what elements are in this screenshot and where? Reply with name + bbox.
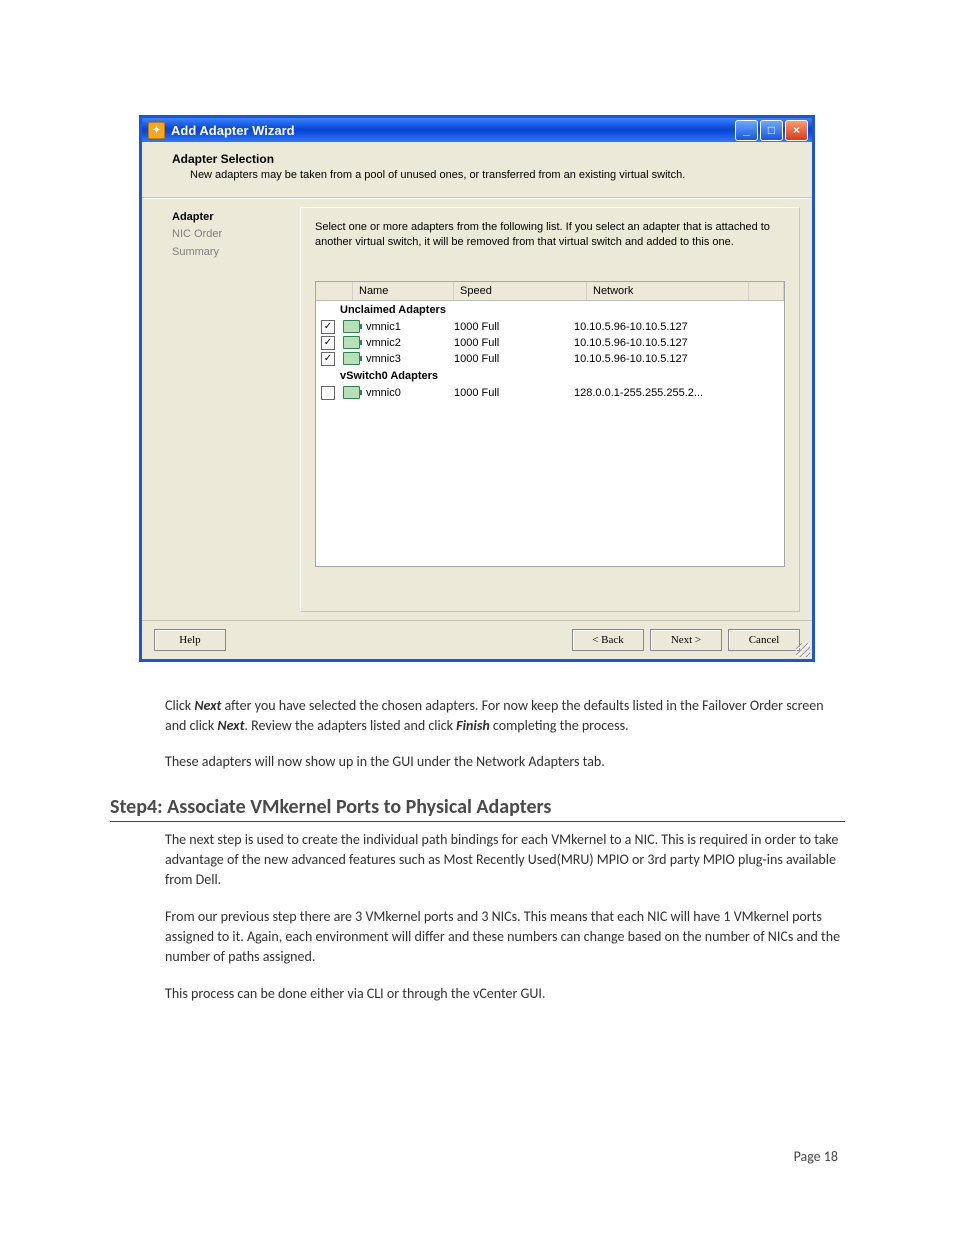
cell-network: 10.10.5.96-10.10.5.127: [574, 337, 784, 349]
cell-network: 10.10.5.96-10.10.5.127: [574, 321, 784, 333]
checkbox-vmnic3[interactable]: ✓: [321, 352, 335, 366]
table-row[interactable]: vmnic0 1000 Full 128.0.0.1-255.255.255.2…: [316, 385, 784, 401]
step-nic-order[interactable]: NIC Order: [172, 226, 292, 244]
cancel-button[interactable]: Cancel: [728, 629, 800, 651]
paragraph: From our previous step there are 3 VMker…: [165, 907, 845, 968]
paragraph: This process can be done either via CLI …: [165, 984, 845, 1004]
col-network[interactable]: Network: [587, 282, 749, 300]
maximize-button[interactable]: □: [760, 120, 783, 141]
wizard-header: Adapter Selection New adapters may be ta…: [142, 142, 812, 198]
adapters-table: Name Speed Network Unclaimed Adapters ✓ …: [315, 281, 785, 567]
cell-network: 128.0.0.1-255.255.255.2...: [574, 387, 784, 399]
paragraph: The next step is used to create the indi…: [165, 830, 845, 891]
col-speed[interactable]: Speed: [454, 282, 587, 300]
step4-heading: Step4: Associate VMkernel Ports to Physi…: [110, 795, 845, 822]
checkbox-vmnic2[interactable]: ✓: [321, 336, 335, 350]
paragraph: Click Next after you have selected the c…: [165, 696, 845, 737]
cell-speed: 1000 Full: [454, 321, 574, 333]
instruction-text: Select one or more adapters from the fol…: [315, 220, 785, 251]
table-row[interactable]: ✓ vmnic1 1000 Full 10.10.5.96-10.10.5.12…: [316, 319, 784, 335]
paragraph: These adapters will now show up in the G…: [165, 752, 845, 772]
document-body: The next step is used to create the indi…: [165, 830, 845, 1004]
back-button[interactable]: < Back: [572, 629, 644, 651]
resize-grip-icon[interactable]: [796, 643, 810, 657]
nic-icon: [343, 320, 360, 333]
next-button[interactable]: Next >: [650, 629, 722, 651]
step-adapter[interactable]: Adapter: [172, 209, 292, 227]
close-button[interactable]: ×: [785, 120, 808, 141]
minimize-button[interactable]: _: [735, 120, 758, 141]
cell-speed: 1000 Full: [454, 353, 574, 365]
table-row[interactable]: ✓ vmnic3 1000 Full 10.10.5.96-10.10.5.12…: [316, 351, 784, 367]
header-subtitle: New adapters may be taken from a pool of…: [190, 168, 792, 183]
cell-name: vmnic2: [362, 337, 454, 349]
dialog-add-adapter-wizard: ✦ Add Adapter Wizard _ □ × Adapter Selec…: [139, 115, 815, 662]
page-number: Page 18: [794, 1148, 838, 1165]
nic-icon: [343, 386, 360, 399]
step-summary[interactable]: Summary: [172, 244, 292, 262]
content-pane: Select one or more adapters from the fol…: [300, 207, 800, 612]
app-icon: ✦: [148, 122, 165, 139]
cell-speed: 1000 Full: [454, 387, 574, 399]
group-vswitch0: vSwitch0 Adapters: [316, 367, 784, 385]
checkbox-vmnic0[interactable]: [321, 386, 335, 400]
wizard-steps: Adapter NIC Order Summary: [142, 199, 300, 620]
table-row[interactable]: ✓ vmnic2 1000 Full 10.10.5.96-10.10.5.12…: [316, 335, 784, 351]
window-title: Add Adapter Wizard: [171, 123, 295, 138]
header-title: Adapter Selection: [172, 152, 792, 166]
group-unclaimed: Unclaimed Adapters: [316, 301, 784, 319]
window-titlebar[interactable]: ✦ Add Adapter Wizard _ □ ×: [142, 118, 812, 142]
cell-network: 10.10.5.96-10.10.5.127: [574, 353, 784, 365]
table-header: Name Speed Network: [316, 282, 784, 301]
cell-name: vmnic3: [362, 353, 454, 365]
cell-speed: 1000 Full: [454, 337, 574, 349]
nic-icon: [343, 336, 360, 349]
help-button[interactable]: Help: [154, 629, 226, 651]
checkbox-vmnic1[interactable]: ✓: [321, 320, 335, 334]
nic-icon: [343, 352, 360, 365]
document-body: Click Next after you have selected the c…: [165, 696, 845, 773]
cell-name: vmnic1: [362, 321, 454, 333]
col-name[interactable]: Name: [353, 282, 454, 300]
cell-name: vmnic0: [362, 387, 454, 399]
button-bar: Help < Back Next > Cancel: [142, 620, 812, 659]
